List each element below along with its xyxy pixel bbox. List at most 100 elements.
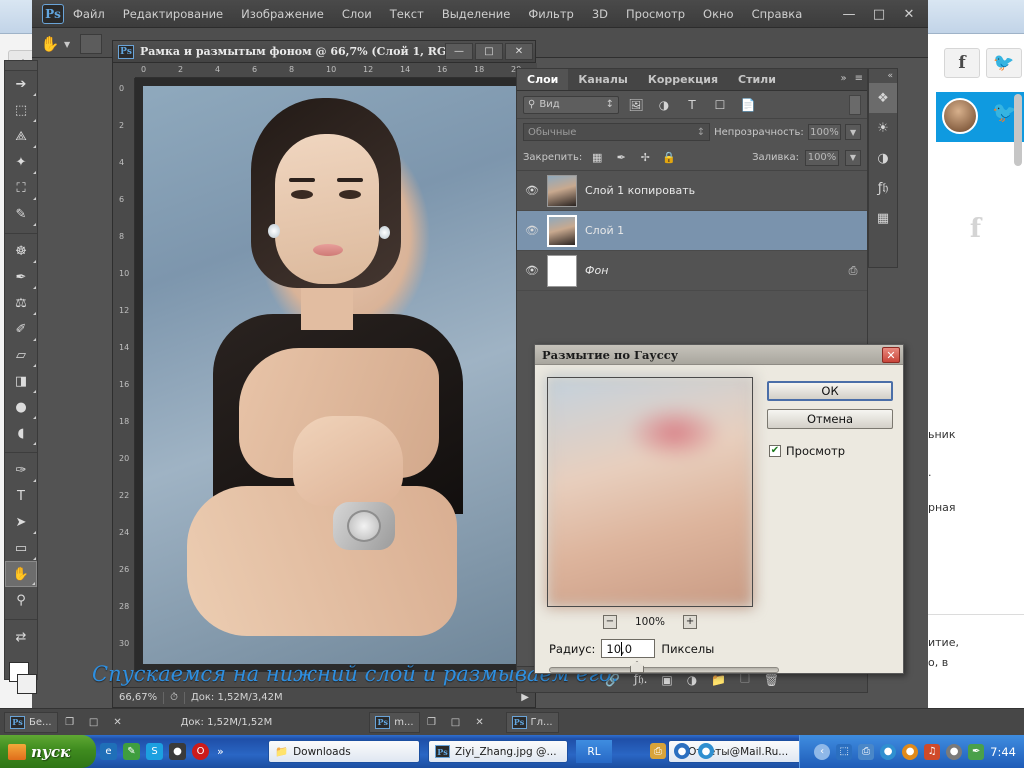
menu-help[interactable]: Справка: [743, 3, 812, 25]
ps-window-item-3[interactable]: Ps Гл...: [505, 711, 559, 733]
tab-channels[interactable]: Каналы: [568, 69, 637, 90]
show-hidden-icons[interactable]: ‹: [814, 743, 831, 760]
dodge-tool[interactable]: ◖: [5, 420, 37, 446]
menu-filter[interactable]: Фильтр: [519, 3, 583, 25]
clock[interactable]: 7:44: [990, 745, 1016, 759]
radius-slider-track[interactable]: [549, 667, 779, 673]
options-swatch[interactable]: [80, 34, 102, 54]
history-brush-tool[interactable]: ✐: [5, 316, 37, 342]
menu-3d[interactable]: 3D: [583, 3, 617, 25]
zoom-tool[interactable]: ⚲: [5, 587, 37, 613]
printer-icon[interactable]: ⎙: [650, 743, 666, 759]
chevron-down-icon[interactable]: ▼: [64, 40, 70, 49]
printer-icon[interactable]: ⎙: [858, 743, 875, 760]
ps-window-item-2[interactable]: Ps m...: [369, 711, 420, 733]
close-button[interactable]: ✕: [894, 4, 924, 24]
rectangle-tool[interactable]: ▭: [5, 535, 37, 561]
eraser-tool[interactable]: ▱: [5, 342, 37, 368]
table-row[interactable]: 👁 Фон ⎙: [517, 251, 867, 291]
toolbox-grip[interactable]: [5, 61, 37, 71]
start-button[interactable]: пуск: [0, 735, 96, 768]
color-dock-icon[interactable]: ☀: [869, 113, 897, 143]
maximize-button[interactable]: □: [864, 4, 894, 24]
healing-brush-tool[interactable]: ☸: [5, 238, 37, 264]
opera-icon[interactable]: O: [192, 743, 209, 760]
skype-icon[interactable]: S: [146, 743, 163, 760]
fill-dropdown-icon[interactable]: ▼: [845, 149, 861, 166]
ps-window-restore-1[interactable]: ❐: [58, 712, 82, 733]
lock-image-icon[interactable]: ✒: [612, 149, 630, 167]
layer-visibility-icon[interactable]: 👁: [517, 224, 547, 237]
zoom-level[interactable]: 66,67%: [113, 692, 163, 703]
tab-styles[interactable]: Стили: [728, 69, 786, 90]
clone-stamp-tool[interactable]: ⚖: [5, 290, 37, 316]
lasso-tool[interactable]: ⟁: [5, 123, 37, 149]
layer-name[interactable]: Слой 1 копировать: [585, 184, 867, 197]
panel-expand-icon[interactable]: »: [840, 73, 846, 84]
filter-enable-toggle[interactable]: [849, 94, 861, 115]
vertical-ruler[interactable]: 0 2 4 6 8 10 12 14 16 18 20 22 24 26 28 30: [113, 78, 135, 672]
menu-view[interactable]: Просмотр: [617, 3, 694, 25]
scrollbar-thumb[interactable]: [1014, 94, 1022, 166]
eyedropper-tool[interactable]: ✎: [5, 201, 37, 227]
adjustments-dock-icon[interactable]: ◑: [869, 143, 897, 173]
type-filter-icon[interactable]: T: [681, 95, 703, 115]
panel-menu-icon[interactable]: ≡: [855, 73, 863, 84]
tab-layers[interactable]: Слои: [517, 69, 569, 90]
swap-colors-icon[interactable]: ⇄: [5, 624, 37, 650]
layer-thumbnail[interactable]: [547, 214, 577, 247]
actions-dock-icon[interactable]: ƒ𝔥: [869, 173, 897, 203]
notepad-icon[interactable]: ✎: [123, 743, 140, 760]
smart-object-filter-icon[interactable]: 📄: [737, 95, 759, 115]
lock-all-icon[interactable]: 🔒: [660, 149, 678, 167]
quicklaunch-more-icon[interactable]: »: [217, 745, 224, 758]
update-icon[interactable]: ●: [902, 743, 919, 760]
layer-name[interactable]: Фон: [585, 264, 839, 277]
canvas-area[interactable]: [135, 78, 537, 672]
move-tool[interactable]: ➔: [5, 71, 37, 97]
layer-filter-select[interactable]: ⚲ Вид ↕: [523, 95, 619, 114]
qip-icon[interactable]: ●: [169, 743, 186, 760]
lock-position-icon[interactable]: ✢: [636, 149, 654, 167]
table-row[interactable]: 👁 Слой 1: [517, 211, 867, 251]
dialog-titlebar[interactable]: Размытие по Гауссу ✕: [535, 345, 903, 365]
menu-file[interactable]: Файл: [64, 3, 114, 25]
magic-wand-tool[interactable]: ✦: [5, 149, 37, 175]
menu-layers[interactable]: Слои: [333, 3, 381, 25]
menu-image[interactable]: Изображение: [232, 3, 333, 25]
shape-filter-icon[interactable]: ☐: [709, 95, 731, 115]
task-photoshop[interactable]: Ps Ziyi_Zhang.jpg @...: [428, 740, 568, 763]
horizontal-ruler[interactable]: 02468101214161820: [135, 63, 537, 78]
ps-window-restore-2[interactable]: ❐: [420, 712, 444, 733]
dock-collapse-icon[interactable]: «: [869, 69, 897, 83]
twitter-icon[interactable]: 🐦: [986, 48, 1022, 78]
opacity-dropdown-icon[interactable]: ▼: [845, 124, 861, 140]
fill-value[interactable]: 100%: [805, 149, 839, 166]
menu-text[interactable]: Текст: [381, 3, 433, 25]
network-icon[interactable]: ●: [674, 743, 690, 759]
facebook-icon[interactable]: f: [944, 48, 980, 78]
document-minimize-button[interactable]: —: [445, 43, 473, 60]
menu-edit[interactable]: Редактирование: [114, 3, 232, 25]
menu-window[interactable]: Окно: [694, 3, 743, 25]
brush-tool[interactable]: ✒: [5, 264, 37, 290]
gradient-tool[interactable]: ◨: [5, 368, 37, 394]
ps-window-close-1[interactable]: ✕: [106, 712, 130, 733]
language-bar[interactable]: RL: [576, 740, 612, 763]
ps-window-item-1[interactable]: Ps Бе...: [4, 711, 58, 733]
document-titlebar[interactable]: Ps Рамка и размытым фоном @ 66,7% (Слой …: [113, 41, 535, 63]
layers-dock-icon[interactable]: ❖: [869, 83, 897, 113]
type-tool[interactable]: T: [5, 483, 37, 509]
marquee-tool[interactable]: ⬚: [5, 97, 37, 123]
table-row[interactable]: 👁 Слой 1 копировать: [517, 171, 867, 211]
cancel-button[interactable]: Отмена: [767, 409, 893, 429]
ps-window-close-2[interactable]: ✕: [468, 712, 492, 733]
status-expand-arrow[interactable]: ▶: [515, 692, 535, 703]
tab-corrections[interactable]: Коррекция: [638, 69, 728, 90]
path-selection-tool[interactable]: ➤: [5, 509, 37, 535]
tool-presets-dock-icon[interactable]: ▦: [869, 203, 897, 233]
zoom-in-button[interactable]: +: [683, 615, 698, 629]
minimize-button[interactable]: —: [834, 4, 864, 24]
layer-thumbnail[interactable]: [547, 254, 577, 287]
preview-checkbox[interactable]: ✔: [769, 445, 781, 457]
